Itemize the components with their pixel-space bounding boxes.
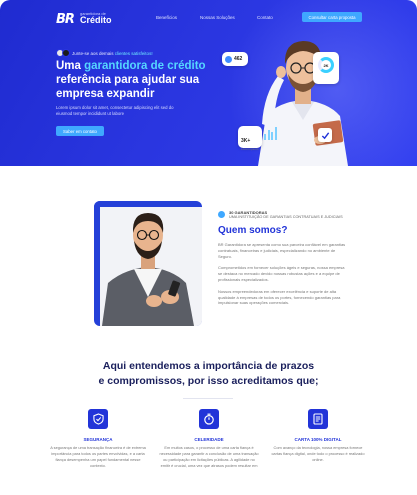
headline-line1: Aqui entendemos a importância de prazos (102, 360, 315, 372)
about-person-photo (94, 201, 202, 326)
feature-title: SEGURANÇA (83, 437, 113, 442)
shield-check-icon (88, 409, 108, 429)
feature-security: SEGURANÇA A segurança de uma transação f… (48, 409, 148, 468)
feature-description: A segurança de uma transação financeira … (50, 445, 146, 468)
divider (183, 398, 233, 399)
nav-benefits[interactable]: Benefícios (156, 15, 177, 20)
logo-mark: BR (56, 12, 75, 27)
tagline: Junte-se aos demais clientes satisfeitos… (72, 51, 153, 56)
feature-description: Em muitos casos, o processo de uma carta… (159, 445, 259, 468)
bar-chart-icon (264, 126, 278, 140)
feature-digital-letter: CARTA 100% DIGITAL Com avanço da tecnolo… (268, 409, 368, 463)
logo-big-text: Crédito (80, 14, 112, 25)
hero-section: BR garantidora de Crédito Benefícios Nos… (0, 0, 417, 166)
tagline-row: Junte-se aos demais clientes satisfeitos… (56, 49, 153, 57)
about-eyebrow-line2: UMA INSTITUIÇÃO DE GARANTIAS CONTRATUAIS… (229, 215, 343, 219)
stat-bubble-2k: 2K (313, 52, 339, 84)
hero-title-rest: referência para ajudar sua empresa expan… (56, 73, 200, 100)
logo[interactable]: BR garantidora de Crédito (56, 10, 112, 27)
feature-speed: CELERIDADE Em muitos casos, o processo d… (159, 409, 259, 468)
feature-title: CARTA 100% DIGITAL (294, 437, 342, 442)
checkmark-icon (318, 128, 332, 142)
stat-bubble-3k: 3K+ Lorem ipsum (238, 126, 262, 151)
nav-solutions[interactable]: Nossas Soluções (200, 15, 235, 20)
about-paragraph-3: Nossos empreendedoras em oferecer excelê… (218, 288, 341, 306)
shield-badge-icon (218, 211, 225, 218)
logo-text: garantidora de Crédito (80, 11, 112, 25)
hero-title-prefix: Uma (56, 60, 81, 72)
section-headline: Aqui entendemos a importância de prazos … (0, 359, 417, 388)
consult-proposal-button[interactable]: Consultar carta proposta (302, 12, 362, 22)
digital-document-icon (308, 409, 328, 429)
stopwatch-icon (199, 409, 219, 429)
stat-2k-value: 2K (323, 62, 329, 68)
nav-contact[interactable]: Contato (257, 15, 273, 20)
headline-line2: e compromissos, por isso acreditamos que… (98, 374, 319, 387)
about-title: Quem somos? (218, 225, 288, 236)
hero-contact-button[interactable]: Saber em contato (56, 126, 104, 136)
stat-3k-sub: Lorem ipsum (241, 147, 259, 151)
hero-title: Uma garantidora de crédito referência pa… (56, 60, 226, 101)
avatar (62, 49, 70, 57)
tagline-highlight: clientes satisfeitos! (114, 50, 153, 56)
hero-description: Lorem ipsum dolor sit amet, consectetur … (56, 105, 174, 117)
progress-ring-icon: 2K (318, 57, 334, 73)
stat-dot-icon (225, 55, 232, 63)
hero-title-accent: garantidora de crédito (84, 60, 206, 72)
stat-3k-value: 3K+ (241, 138, 251, 144)
feature-description: Com avanço da tecnologia, nossa empresa … (271, 445, 365, 462)
hero-person-photo (258, 41, 348, 166)
feature-title: CELERIDADE (194, 437, 224, 442)
about-eyebrow: 30 GARANTIDORAS UMA INSTITUIÇÃO DE GARAN… (218, 210, 348, 219)
about-paragraph-1: BR Garantidora se apresenta como sua par… (218, 242, 346, 259)
stat-462-value: 462 (234, 56, 243, 62)
about-paragraph-2: Comprometidos em fornecer soluções ágeis… (218, 265, 345, 282)
about-section: 30 GARANTIDORAS UMA INSTITUIÇÃO DE GARAN… (218, 210, 348, 306)
tagline-prefix: Junte-se aos demais (72, 50, 114, 56)
stat-bubble-462: 462 (222, 52, 248, 66)
customer-avatars (56, 49, 70, 57)
